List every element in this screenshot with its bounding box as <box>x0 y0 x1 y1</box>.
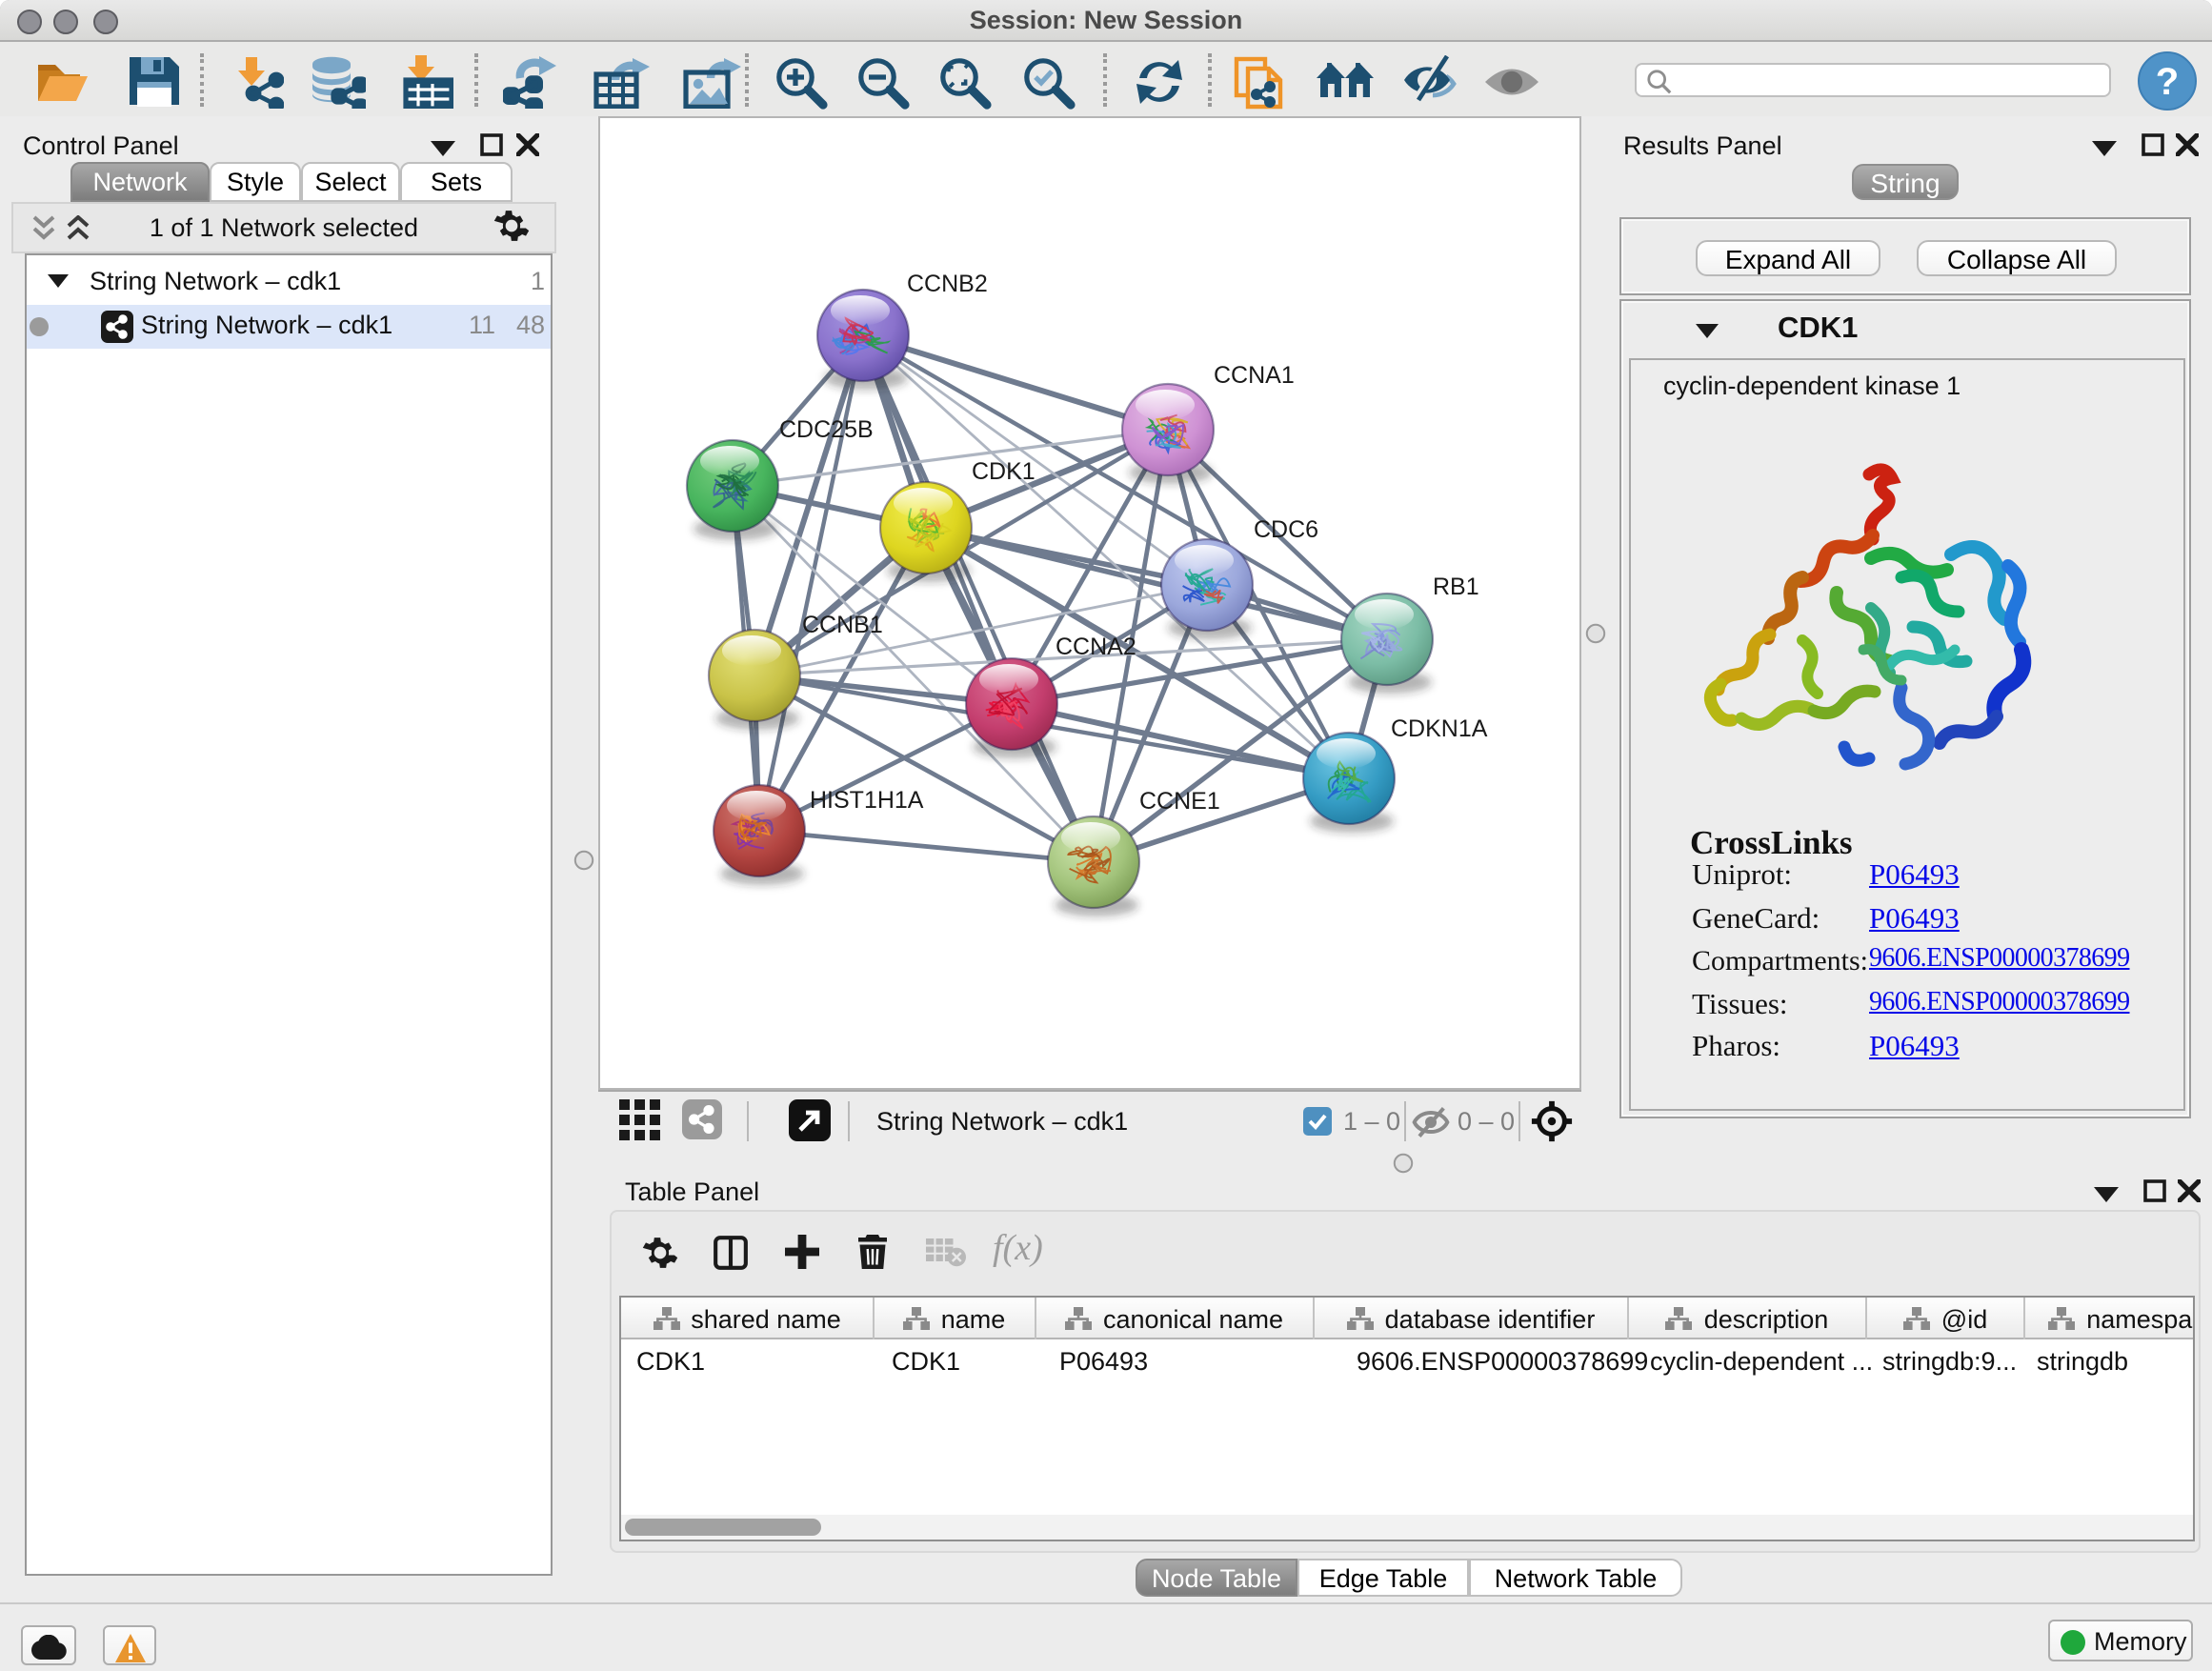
svg-text:RB1: RB1 <box>1433 574 1479 600</box>
svg-text:HIST1H1A: HIST1H1A <box>810 787 924 814</box>
svg-text:CCNA1: CCNA1 <box>1214 362 1295 389</box>
svg-text:CDC6: CDC6 <box>1254 516 1318 543</box>
svg-text:CDC25B: CDC25B <box>779 416 874 443</box>
svg-text:CCNB1: CCNB1 <box>802 612 883 638</box>
svg-text:?: ? <box>2156 61 2179 103</box>
svg-text:CDK1: CDK1 <box>972 458 1036 485</box>
svg-text:CCNE1: CCNE1 <box>1139 788 1220 815</box>
svg-text:CCNB2: CCNB2 <box>907 271 988 297</box>
svg-text:CDKN1A: CDKN1A <box>1391 715 1488 742</box>
svg-text:CCNA2: CCNA2 <box>1056 634 1136 660</box>
